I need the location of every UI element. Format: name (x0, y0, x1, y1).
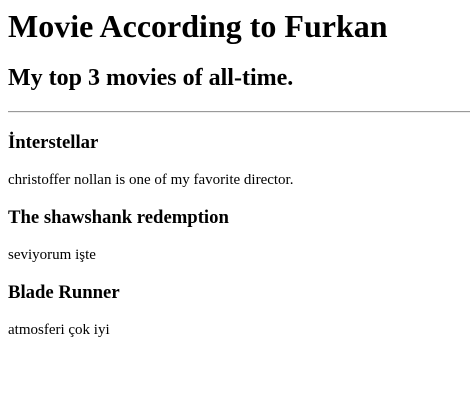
movie-comment: christoffer nollan is one of my favorite… (8, 172, 294, 188)
movie-title: The shawshank redemption (8, 207, 229, 228)
divider (8, 111, 470, 113)
movie-item: The shawshank redemption seviyorum işte (8, 207, 470, 264)
page-subtitle: My top 3 movies of all-time. (8, 65, 294, 91)
movie-comment: seviyorum işte (8, 247, 96, 263)
movie-item: İnterstellar christoffer nollan is one o… (8, 132, 470, 189)
movie-list: İnterstellar christoffer nollan is one o… (8, 132, 470, 339)
movie-title: İnterstellar (8, 132, 99, 153)
movie-comment: atmosferi çok iyi (8, 322, 110, 338)
movie-item: Blade Runner atmosferi çok iyi (8, 282, 470, 339)
page-title: Movie According to Furkan (8, 8, 388, 44)
movie-title: Blade Runner (8, 282, 120, 303)
page-content: Movie According to Furkan My top 3 movie… (8, 8, 470, 339)
